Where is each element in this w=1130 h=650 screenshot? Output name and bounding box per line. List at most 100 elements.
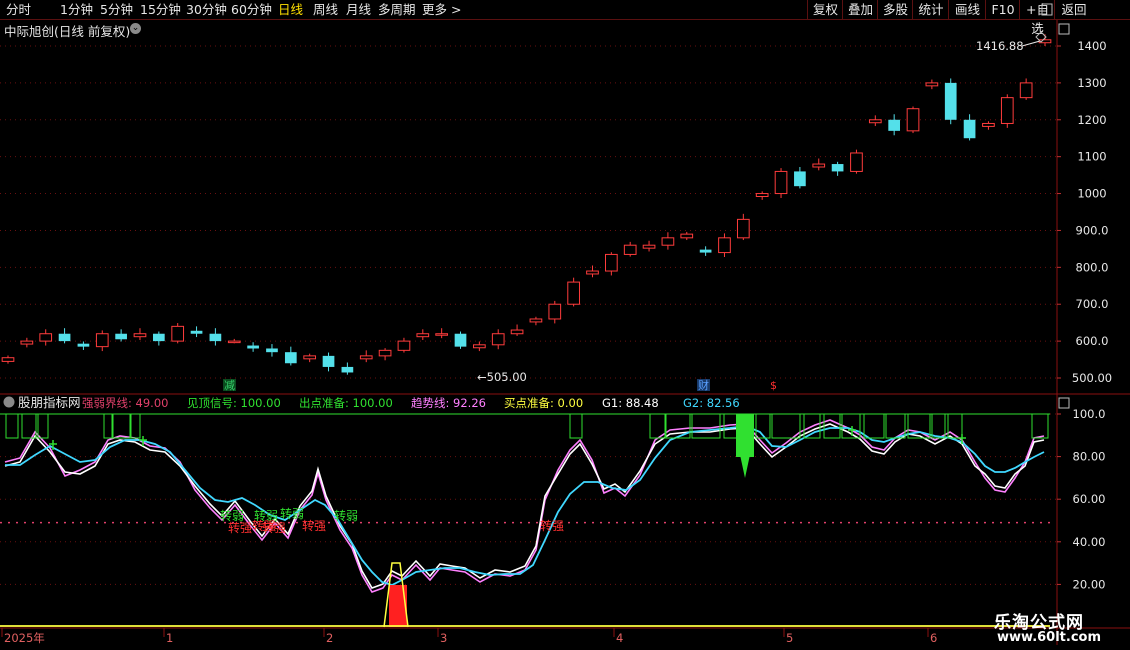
candle-body bbox=[39, 333, 53, 342]
main-tick-label: 1100 bbox=[1077, 150, 1106, 164]
indicator-tick-label: 100.0 bbox=[1073, 407, 1106, 421]
candle-body bbox=[605, 253, 618, 272]
top-signal-bar bbox=[103, 413, 113, 439]
candle-body bbox=[736, 218, 750, 239]
main-tick-label: 1000 bbox=[1077, 187, 1106, 201]
candle-body bbox=[133, 333, 147, 338]
candle-body bbox=[20, 340, 34, 345]
candle-body bbox=[435, 333, 448, 336]
candle-body bbox=[982, 122, 995, 127]
panel-toggle-icon-2 bbox=[1058, 397, 1070, 409]
label-weak: 转弱 bbox=[280, 506, 304, 521]
price-high-label: 1416.88 bbox=[976, 39, 1024, 53]
main-tick-label: 1400 bbox=[1077, 39, 1106, 53]
candle-body bbox=[378, 349, 392, 357]
candle-body bbox=[303, 355, 317, 360]
indicator-chevron-icon bbox=[3, 396, 15, 408]
time-label: 5 bbox=[786, 631, 793, 645]
candle-body bbox=[491, 333, 505, 346]
candle-body bbox=[397, 340, 411, 351]
top-signal-bar bbox=[1031, 413, 1049, 439]
chart-area[interactable]: 1416.88 ←505.00 减 财 $ 股朋指标网 强弱界线: 49.00 见顶信号: … bbox=[0, 0, 1130, 650]
watermark-logo: 乐淘公式网 www.60lt.com bbox=[988, 606, 1124, 650]
label-strong: 转强 bbox=[228, 520, 252, 535]
event-mark: 减 bbox=[224, 379, 235, 392]
candle-body bbox=[680, 233, 694, 239]
candle-body bbox=[642, 244, 656, 249]
price-low-label: ←505.00 bbox=[477, 370, 527, 384]
candle-body bbox=[794, 171, 806, 187]
candle-body bbox=[661, 237, 675, 246]
top-signal-bar bbox=[931, 413, 946, 439]
indicator-value-3: 趋势线: 92.26 bbox=[411, 396, 486, 410]
candle-body bbox=[1, 357, 15, 362]
candle-body bbox=[963, 119, 976, 139]
main-tick-label: 600.0 bbox=[1076, 334, 1109, 348]
indicator-tick-label: 20.00 bbox=[1073, 577, 1106, 591]
candle-body bbox=[171, 325, 185, 342]
g1-line bbox=[4, 423, 1045, 589]
main-tick-label: 1200 bbox=[1077, 113, 1106, 127]
high-arrow bbox=[1021, 40, 1041, 47]
watermark-line2: www.60lt.com bbox=[997, 630, 1102, 645]
candle-body bbox=[586, 270, 599, 275]
candle-body bbox=[115, 333, 127, 340]
top-signal-bar bbox=[863, 413, 885, 439]
candle-body bbox=[944, 82, 957, 120]
candle-body bbox=[152, 333, 165, 342]
top-signal-bar bbox=[691, 413, 721, 439]
candles bbox=[1, 34, 1052, 375]
indicator: 股朋指标网 强弱界线: 49.00 见顶信号: 100.00 出点准备: 100.00… bbox=[0, 395, 1050, 628]
candle-body bbox=[868, 119, 882, 124]
top-signal-bar bbox=[112, 413, 131, 439]
candle-body bbox=[567, 281, 580, 305]
time-label: 4 bbox=[616, 631, 623, 645]
indicator-tick-label: 80.00 bbox=[1073, 450, 1106, 464]
indicator-tick-label: 60.00 bbox=[1073, 492, 1106, 506]
top-signal-bar bbox=[130, 413, 141, 439]
settings-icon bbox=[1041, 3, 1053, 16]
candle-body bbox=[1000, 97, 1014, 124]
top-signal-bar bbox=[569, 413, 583, 439]
time-label: 3 bbox=[440, 631, 447, 645]
candle-body bbox=[473, 344, 486, 349]
time-label: 6 bbox=[930, 631, 937, 645]
top-signal-bar bbox=[5, 413, 19, 439]
indicator-value-0: 强弱界线: 49.00 bbox=[82, 396, 168, 410]
main-tick-label: 1300 bbox=[1077, 76, 1106, 90]
indicator-value-1: 见顶信号: 100.00 bbox=[187, 396, 281, 410]
panel-toggle-icon bbox=[1058, 23, 1070, 35]
indicator-value-2: 出点准备: 100.00 bbox=[299, 396, 393, 410]
candle-body bbox=[209, 333, 222, 342]
candle-body bbox=[548, 303, 562, 320]
main-tick-label: 700.0 bbox=[1076, 297, 1109, 311]
indicator-value-5: G1: 88.48 bbox=[602, 396, 659, 410]
main-tick-label: 500.00 bbox=[1072, 371, 1112, 385]
candle-body bbox=[416, 333, 430, 338]
time-label: 2 bbox=[326, 631, 333, 645]
candle-body bbox=[77, 343, 90, 347]
label-strong: 转强 bbox=[540, 518, 564, 533]
candle-body bbox=[247, 345, 259, 349]
candle-body bbox=[718, 237, 731, 254]
grid bbox=[0, 20, 1130, 645]
candle-body bbox=[266, 348, 278, 353]
candle-body bbox=[510, 329, 524, 335]
label-weak: 转弱 bbox=[334, 508, 358, 523]
indicator-header: 股朋指标网 强弱界线: 49.00 见顶信号: 100.00 出点准备: 100.00… bbox=[3, 395, 740, 410]
time-label: 2025年 bbox=[4, 631, 45, 645]
candle-body bbox=[906, 108, 920, 132]
top-signal-bar bbox=[37, 413, 49, 439]
candle-body bbox=[888, 119, 901, 131]
main-tick-label: 800.0 bbox=[1076, 260, 1109, 274]
candle-body bbox=[1019, 82, 1033, 99]
indicator-value-4: 买点准备: 0.00 bbox=[504, 396, 583, 410]
candle-body bbox=[925, 82, 939, 87]
event-mark: 财 bbox=[698, 378, 709, 392]
event-mark: $ bbox=[770, 379, 777, 392]
candle-body bbox=[529, 318, 543, 323]
candle-body bbox=[831, 164, 844, 172]
candle-body bbox=[190, 330, 203, 334]
candle-body bbox=[454, 333, 467, 347]
candle-body bbox=[341, 366, 354, 373]
